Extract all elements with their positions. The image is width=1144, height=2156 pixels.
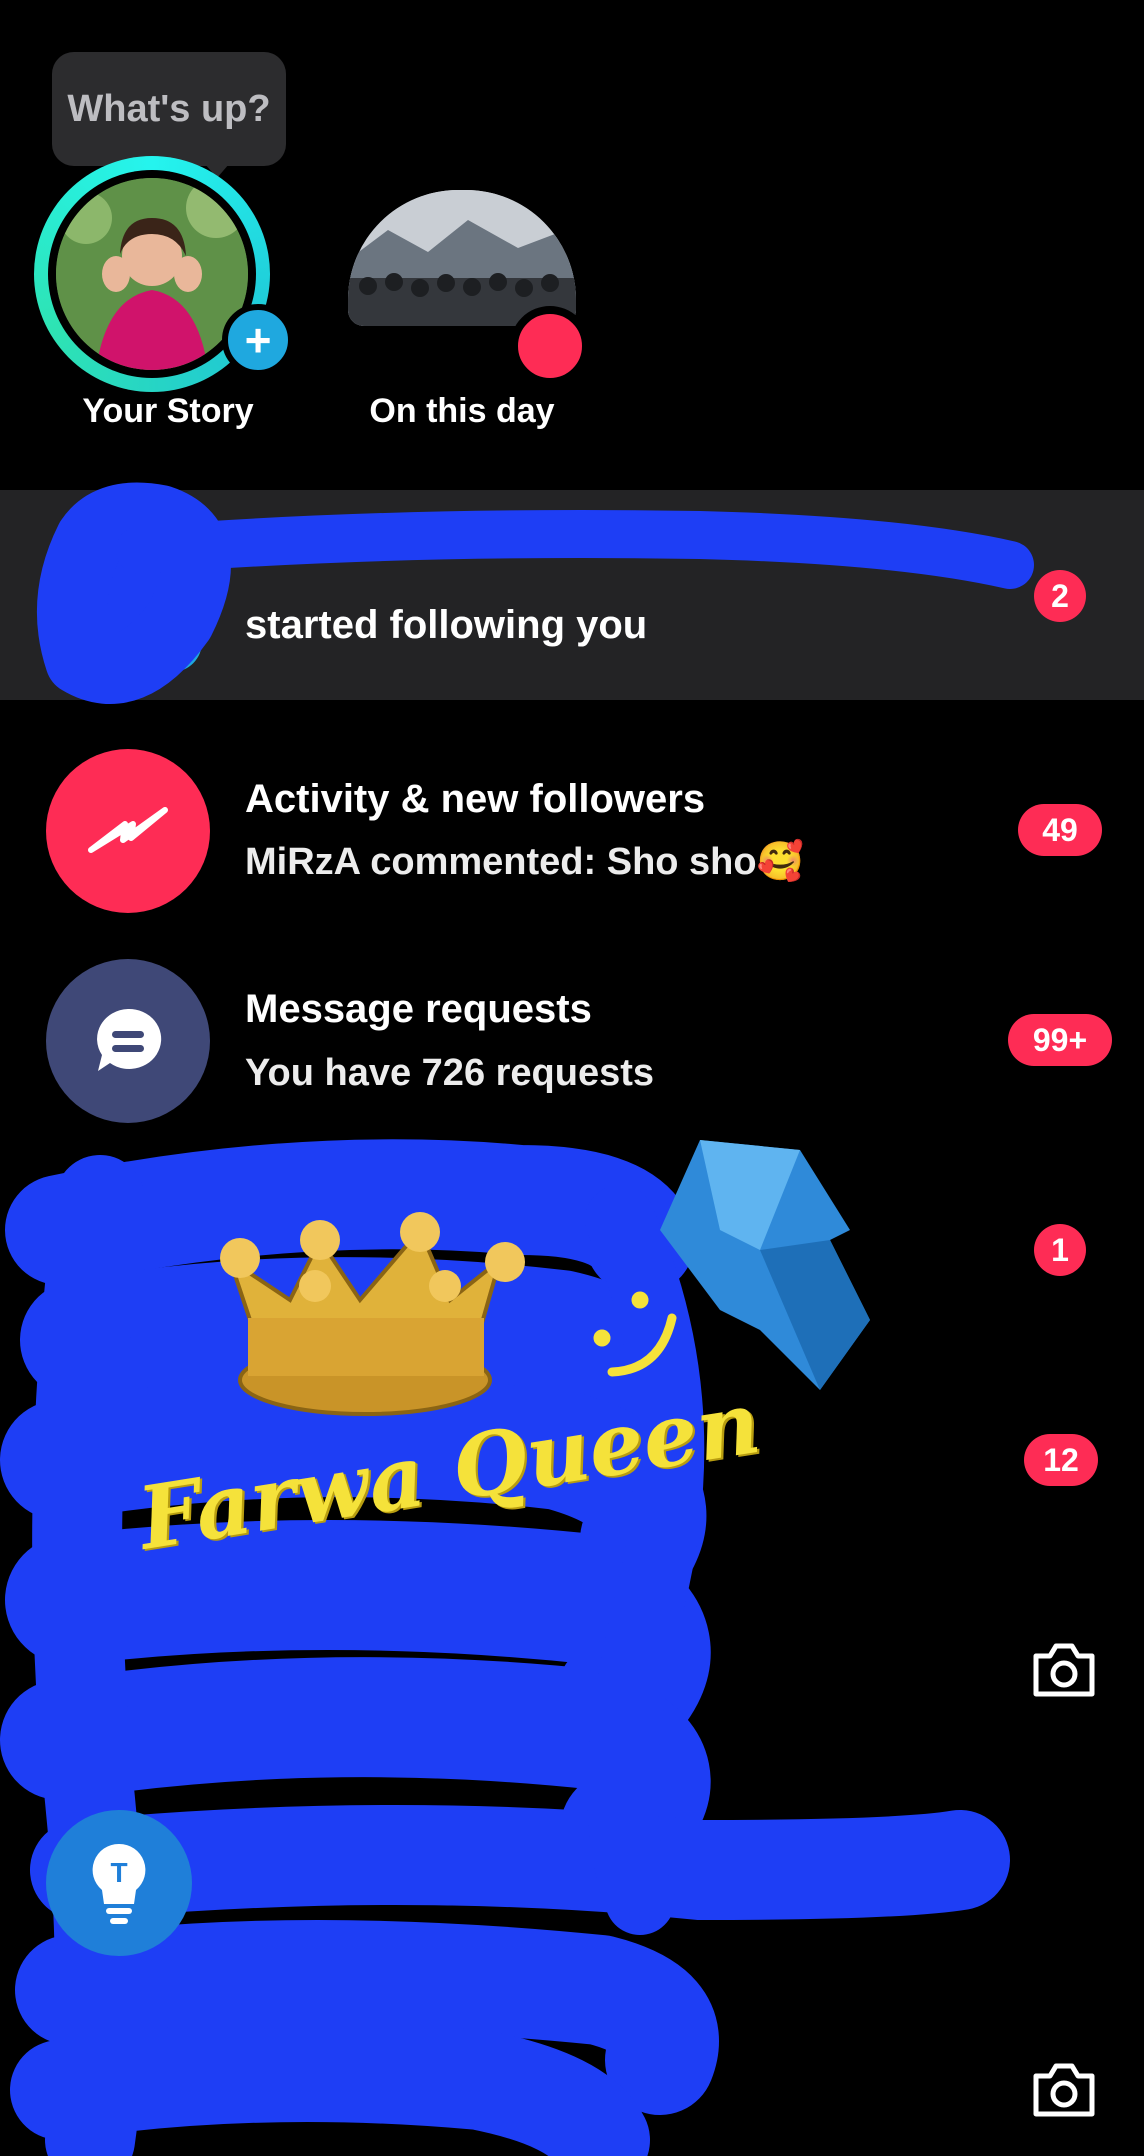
row-subtitle: You have 726 requests	[245, 1052, 655, 1094]
activity-count-badge: 49	[1018, 804, 1102, 856]
inbox-row-hidden[interactable]	[0, 1160, 1144, 1340]
message-bubble-icon	[46, 959, 210, 1123]
banner-count-badge: 2	[1034, 570, 1086, 622]
crowd-photo	[348, 190, 576, 326]
svg-text:T: T	[110, 1857, 127, 1888]
whats-up-tooltip[interactable]: What's up?	[52, 52, 286, 166]
inbox-row-hidden[interactable]	[0, 1580, 1144, 1760]
live-dot	[510, 306, 590, 386]
row-subtitle: MiRzA commented: Sho sho🥰	[245, 841, 804, 883]
on-this-day-thumbnail[interactable]	[348, 190, 576, 326]
lightbulb-icon[interactable]: T	[46, 1810, 192, 1956]
camera-icon[interactable]	[1030, 1640, 1098, 1700]
row-title: Message requests	[245, 987, 592, 1031]
on-this-day-label: On this day	[369, 392, 555, 430]
inbox-row-hidden[interactable]	[0, 2000, 1144, 2156]
row-title: Activity & new followers	[245, 777, 706, 821]
camera-icon[interactable]	[1030, 2060, 1098, 2120]
follow-notification-icon	[142, 612, 202, 672]
your-story-label: Your Story	[82, 392, 254, 430]
hidden-row-count-badge: 12	[1024, 1434, 1098, 1486]
avatar-photo	[56, 178, 248, 370]
add-story-button[interactable]: +	[222, 304, 294, 376]
requests-count-badge: 99+	[1008, 1014, 1112, 1066]
lightning-icon	[46, 749, 210, 913]
banner-text: started following you	[245, 603, 648, 647]
hidden-row-count-badge: 1	[1034, 1224, 1086, 1276]
your-story-avatar[interactable]	[56, 178, 248, 370]
